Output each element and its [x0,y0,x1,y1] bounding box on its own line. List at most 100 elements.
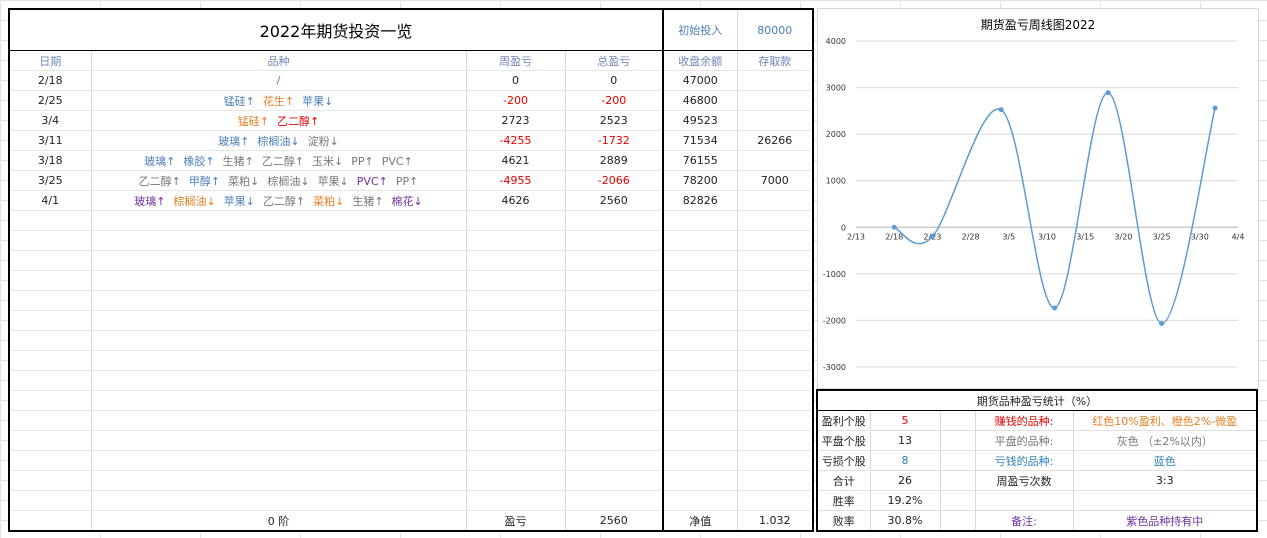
empty-cell[interactable] [737,210,814,231]
balance-cell[interactable]: 49523 [663,110,738,131]
empty-cell[interactable] [91,470,467,491]
empty-cell[interactable] [9,350,92,371]
empty-cell[interactable] [565,350,664,371]
empty-cell[interactable] [663,450,738,471]
empty-cell[interactable] [565,310,664,331]
weekly-pnl-cell[interactable]: 0 [466,70,566,91]
title-cell[interactable]: 2022年期货投资一览 [9,9,664,51]
stats-desc-cell[interactable]: 紫色品种持有中 [1073,510,1258,532]
empty-cell[interactable] [663,230,738,251]
empty-cell[interactable] [91,430,467,451]
empty-cell[interactable] [737,290,814,311]
empty-cell[interactable] [737,390,814,411]
footer-empty-cell[interactable] [9,510,92,532]
empty-cell[interactable] [466,350,566,371]
empty-cell[interactable] [9,230,92,251]
empty-cell[interactable] [466,310,566,331]
stats-value-cell[interactable]: 5 [870,410,941,431]
deposit-cell[interactable] [737,70,814,91]
empty-cell[interactable] [663,410,738,431]
empty-cell[interactable] [663,370,738,391]
total-pnl-cell[interactable]: 2523 [565,110,664,131]
empty-cell[interactable] [91,410,467,431]
empty-cell[interactable] [737,350,814,371]
empty-cell[interactable] [565,470,664,491]
pnl-value-cell[interactable]: 2560 [565,510,664,532]
stats-value-cell[interactable]: 30.8% [870,510,941,532]
variety-cell[interactable]: 玻璃↑ 橡胶↑ 生猪↑ 乙二醇↑ 玉米↓ PP↑ PVC↑ [91,150,467,171]
weekly-pnl-cell[interactable]: -4255 [466,130,566,151]
stats-label-cell[interactable]: 胜率 [817,490,871,511]
empty-cell[interactable] [9,430,92,451]
total-pnl-cell[interactable]: 2889 [565,150,664,171]
stats-value-cell[interactable]: 13 [870,430,941,451]
empty-cell[interactable] [466,450,566,471]
empty-cell[interactable] [466,230,566,251]
deposit-cell[interactable] [737,90,814,111]
empty-cell[interactable] [466,430,566,451]
empty-cell[interactable] [9,390,92,411]
empty-cell[interactable] [9,210,92,231]
total-pnl-cell[interactable]: -200 [565,90,664,111]
empty-cell[interactable] [91,490,467,511]
balance-cell[interactable]: 82826 [663,190,738,211]
stats-key-cell[interactable]: 亏钱的品种: [975,450,1074,471]
empty-cell[interactable] [737,490,814,511]
empty-cell[interactable] [466,490,566,511]
stats-empty-cell[interactable] [940,490,976,511]
variety-cell[interactable]: 玻璃↑ 棕榈油↓ 淀粉↓ [91,130,467,151]
stats-key-cell[interactable]: 平盘的品种: [975,430,1074,451]
data-point[interactable] [1159,321,1165,327]
weekly-pnl-cell[interactable]: -4955 [466,170,566,191]
empty-cell[interactable] [737,270,814,291]
empty-cell[interactable] [9,370,92,391]
empty-cell[interactable] [91,210,467,231]
total-pnl-cell[interactable]: 2560 [565,190,664,211]
empty-cell[interactable] [9,270,92,291]
empty-cell[interactable] [466,270,566,291]
total-pnl-cell[interactable]: -1732 [565,130,664,151]
data-point[interactable] [891,224,897,230]
stats-empty-cell[interactable] [940,470,976,491]
empty-cell[interactable] [466,330,566,351]
balance-cell[interactable]: 46800 [663,90,738,111]
stats-key-cell[interactable]: 周盈亏次数 [975,470,1074,491]
empty-cell[interactable] [91,390,467,411]
empty-cell[interactable] [91,250,467,271]
stats-label-cell[interactable]: 亏损个股 [817,450,871,471]
data-point[interactable] [998,107,1004,113]
empty-cell[interactable] [663,330,738,351]
balance-cell[interactable]: 76155 [663,150,738,171]
stats-desc-cell[interactable]: 蓝色 [1073,450,1258,471]
data-point[interactable] [1052,305,1058,311]
variety-cell[interactable]: 锰硅↑ 花生↑ 苹果↓ [91,90,467,111]
net-value-cell[interactable]: 1.032 [737,510,814,532]
variety-cell[interactable]: 玻璃↑ 棕榈油↓ 苹果↓ 乙二醇↑ 菜粕↓ 生猪↑ 棉花↓ [91,190,467,211]
deposit-cell[interactable]: 7000 [737,170,814,191]
stats-label-cell[interactable]: 合计 [817,470,871,491]
empty-cell[interactable] [9,310,92,331]
empty-cell[interactable] [663,390,738,411]
empty-cell[interactable] [466,410,566,431]
empty-cell[interactable] [9,450,92,471]
weekly-pnl-cell[interactable]: 4621 [466,150,566,171]
stats-desc-cell[interactable]: 灰色 （±2%以内） [1073,430,1258,451]
empty-cell[interactable] [737,470,814,491]
stats-value-cell[interactable]: 8 [870,450,941,471]
empty-cell[interactable] [737,370,814,391]
data-point[interactable] [929,234,935,240]
empty-cell[interactable] [663,350,738,371]
balance-cell[interactable]: 71534 [663,130,738,151]
empty-cell[interactable] [9,410,92,431]
date-cell[interactable]: 3/25 [9,170,92,191]
header-deposit[interactable]: 存取款 [737,50,814,71]
stats-key-cell[interactable]: 赚钱的品种: [975,410,1074,431]
stats-label-cell[interactable]: 败率 [817,510,871,532]
empty-cell[interactable] [565,330,664,351]
empty-cell[interactable] [663,470,738,491]
stats-value-cell[interactable]: 19.2% [870,490,941,511]
stats-label-cell[interactable]: 盈利个股 [817,410,871,431]
empty-cell[interactable] [565,270,664,291]
empty-cell[interactable] [565,230,664,251]
empty-cell[interactable] [91,230,467,251]
